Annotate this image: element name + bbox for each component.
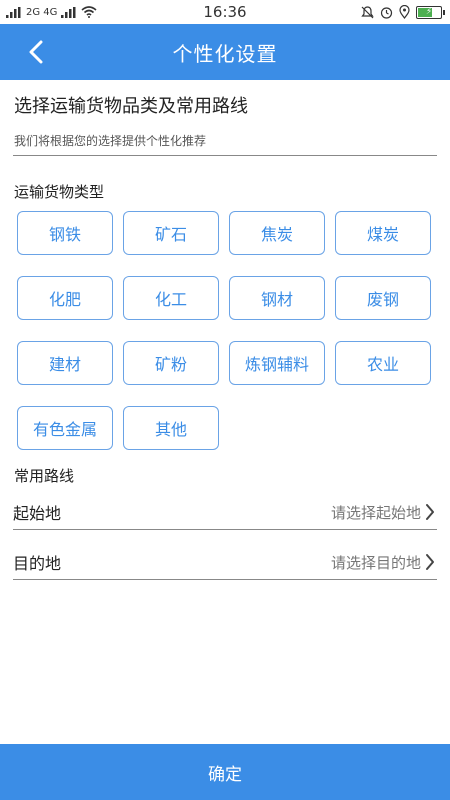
- cargo-chip[interactable]: 化肥: [17, 276, 113, 320]
- section-subtitle: 我们将根据您的选择提供个性化推荐: [14, 134, 207, 148]
- cargo-chip[interactable]: 煤炭: [335, 211, 431, 255]
- cargo-chip[interactable]: 矿粉: [123, 341, 219, 385]
- back-button[interactable]: [18, 34, 54, 70]
- page-title: 个性化设置: [172, 41, 278, 66]
- origin-placeholder: 请选择起始地: [330, 503, 421, 522]
- chevron-right-icon: [423, 502, 437, 522]
- divider: [13, 579, 437, 580]
- cargo-chip[interactable]: 废钢: [335, 276, 431, 320]
- cargo-chip[interactable]: 钢铁: [17, 211, 113, 255]
- clock: 16:36: [203, 3, 247, 21]
- app-header: 个性化设置: [0, 24, 450, 80]
- destination-label: 目的地: [13, 554, 62, 573]
- status-bar: 2G 4G 16:36 ⚡: [0, 0, 450, 24]
- cargo-chip[interactable]: 焦炭: [229, 211, 325, 255]
- chevron-right-icon: [423, 552, 437, 572]
- cargo-chip[interactable]: 农业: [335, 341, 431, 385]
- section-title: 选择运输货物品类及常用路线: [14, 96, 248, 117]
- cargo-chip[interactable]: 炼钢辅料: [229, 341, 325, 385]
- divider: [13, 529, 437, 530]
- battery-icon: ⚡: [416, 5, 445, 19]
- cargo-chip[interactable]: 矿石: [123, 211, 219, 255]
- divider: [13, 155, 437, 156]
- cargo-chip[interactable]: 其他: [123, 406, 219, 450]
- cargo-chip[interactable]: 钢材: [229, 276, 325, 320]
- chevron-left-icon: [29, 40, 43, 64]
- destination-placeholder: 请选择目的地: [330, 553, 421, 572]
- cargo-type-label: 运输货物类型: [14, 183, 105, 201]
- confirm-button[interactable]: 确定: [0, 744, 450, 800]
- routes-label: 常用路线: [14, 467, 75, 485]
- cargo-chip[interactable]: 化工: [123, 276, 219, 320]
- cargo-chip[interactable]: 有色金属: [17, 406, 113, 450]
- cargo-chip[interactable]: 建材: [17, 341, 113, 385]
- origin-label: 起始地: [13, 504, 62, 523]
